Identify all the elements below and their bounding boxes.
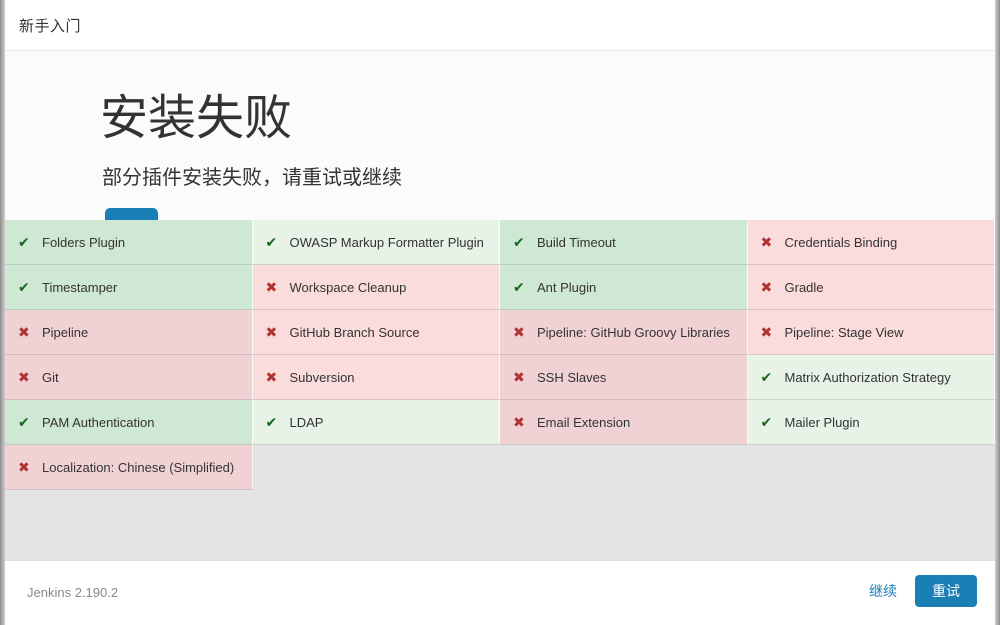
plugin-name: Git — [42, 369, 59, 385]
plugin-cell: ✖ Email Extension — [500, 400, 748, 445]
cross-icon: ✖ — [513, 414, 525, 430]
plugin-cell: ✔ Folders Plugin — [5, 220, 253, 265]
cross-icon: ✖ — [760, 279, 773, 295]
plugin-name: Pipeline: GitHub Groovy Libraries — [537, 324, 730, 340]
plugin-cell: ✔ Mailer Plugin — [747, 400, 995, 445]
plugin-name: Subversion — [289, 369, 355, 385]
plugin-cell: ✖ GitHub Branch Source — [252, 310, 500, 355]
plugin-name: Matrix Authorization Strategy — [784, 369, 951, 385]
cross-icon: ✖ — [265, 324, 278, 340]
check-icon: ✔ — [18, 234, 30, 250]
plugin-name: PAM Authentication — [42, 414, 155, 430]
footer-actions: 继续 重试 — [865, 575, 977, 607]
cross-icon: ✖ — [265, 369, 278, 385]
plugin-name: Pipeline: Stage View — [784, 324, 904, 340]
plugin-name: Ant Plugin — [537, 279, 597, 295]
plugin-cell: ✖ Workspace Cleanup — [252, 265, 500, 310]
plugin-cell: ✖ Gradle — [747, 265, 995, 310]
plugin-cell: ✖ Pipeline: GitHub Groovy Libraries — [500, 310, 748, 355]
wizard-header: 新手入门 — [5, 0, 995, 51]
cross-icon: ✖ — [760, 324, 773, 340]
install-status-subtitle: 部分插件安装失败，请重试或继续 — [102, 167, 402, 189]
plugin-cell: ✔ OWASP Markup Formatter Plugin — [252, 220, 500, 265]
wizard-footer: Jenkins 2.190.2 继续 重试 — [5, 560, 995, 625]
check-icon: ✔ — [513, 279, 525, 295]
plugin-name: LDAP — [289, 414, 324, 430]
plugin-cell: ✖ Git — [5, 355, 253, 400]
plugin-name: OWASP Markup Formatter Plugin — [289, 234, 484, 250]
plugin-cell: ✖ SSH Slaves — [500, 355, 748, 400]
wizard-body: 安装失败 部分插件安装失败，请重试或继续 ✔ Folders Plugin ✔ OWA… — [5, 51, 995, 560]
cross-icon: ✖ — [18, 459, 30, 475]
page-gutter-right — [995, 0, 1000, 625]
install-status-heading: 安装失败 — [100, 92, 293, 145]
check-icon: ✔ — [265, 234, 278, 250]
plugin-name: SSH Slaves — [537, 369, 607, 385]
retry-button[interactable]: 重试 — [915, 575, 977, 607]
plugin-grid-region: ✔ Folders Plugin ✔ OWASP Markup Formatter P… — [5, 220, 995, 560]
check-icon: ✔ — [760, 414, 773, 430]
check-icon: ✔ — [513, 234, 525, 250]
plugin-cell: ✔ Build Timeout — [500, 220, 748, 265]
plugin-cell: ✖ Subversion — [252, 355, 500, 400]
plugin-name: Localization: Chinese (Simplified) — [42, 459, 235, 475]
plugin-name: Pipeline — [42, 324, 89, 340]
plugin-name: GitHub Branch Source — [289, 324, 420, 340]
plugin-cell: ✖ Credentials Binding — [747, 220, 995, 265]
cross-icon: ✖ — [18, 324, 30, 340]
cross-icon: ✖ — [760, 234, 773, 250]
plugin-cell: ✔ Matrix Authorization Strategy — [747, 355, 995, 400]
wizard-panel: 新手入门 安装失败 部分插件安装失败，请重试或继续 ✔ Folders Plugi… — [5, 0, 995, 625]
check-icon: ✔ — [760, 369, 773, 385]
plugin-name: Gradle — [784, 279, 824, 295]
page-title: 新手入门 — [19, 18, 82, 35]
plugin-name: Folders Plugin — [42, 234, 126, 250]
check-icon: ✔ — [18, 279, 30, 295]
setup-wizard: 新手入门 安装失败 部分插件安装失败，请重试或继续 ✔ Folders Plugi… — [0, 0, 1000, 625]
plugin-cell: ✔ Ant Plugin — [500, 265, 748, 310]
plugin-cell: ✔ LDAP — [252, 400, 500, 445]
jenkins-version-label: Jenkins 2.190.2 — [27, 585, 119, 600]
plugin-name: Build Timeout — [537, 234, 616, 250]
continue-button[interactable]: 继续 — [865, 575, 901, 607]
cross-icon: ✖ — [513, 369, 525, 385]
plugin-cell: ✔ PAM Authentication — [5, 400, 253, 445]
plugin-name: Mailer Plugin — [784, 414, 860, 430]
cross-icon: ✖ — [18, 369, 30, 385]
plugin-name: Email Extension — [537, 414, 631, 430]
cross-icon: ✖ — [265, 279, 278, 295]
plugin-cell: ✖ Localization: Chinese (Simplified) — [5, 445, 253, 490]
check-icon: ✔ — [265, 414, 278, 430]
plugin-cell: ✖ Pipeline — [5, 310, 253, 355]
plugin-cell: ✔ Timestamper — [5, 265, 253, 310]
check-icon: ✔ — [18, 414, 30, 430]
plugin-cell: ✖ Pipeline: Stage View — [747, 310, 995, 355]
cross-icon: ✖ — [513, 324, 525, 340]
plugin-name: Timestamper — [42, 279, 118, 295]
plugin-status-grid: ✔ Folders Plugin ✔ OWASP Markup Formatter P… — [5, 220, 995, 490]
plugin-name: Credentials Binding — [784, 234, 898, 250]
plugin-name: Workspace Cleanup — [289, 279, 407, 295]
